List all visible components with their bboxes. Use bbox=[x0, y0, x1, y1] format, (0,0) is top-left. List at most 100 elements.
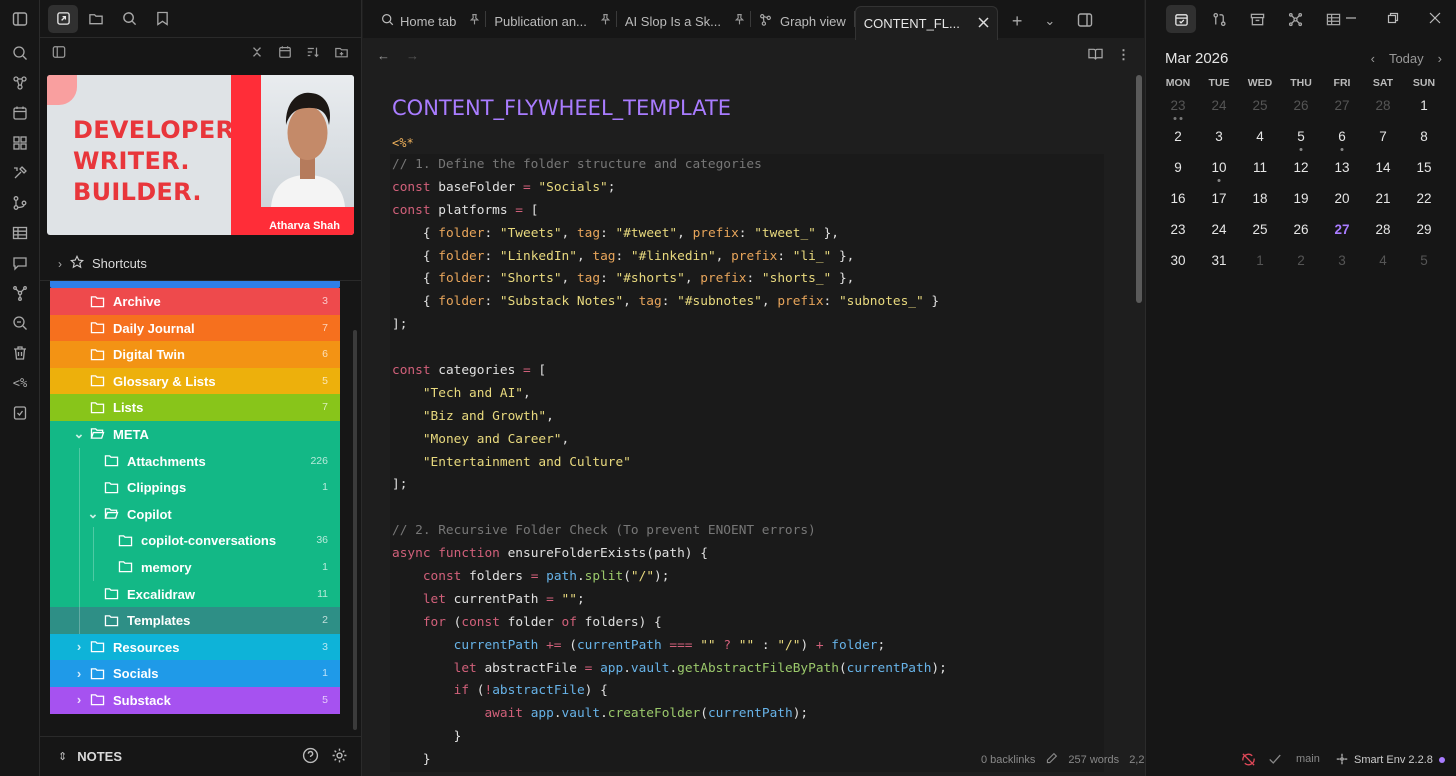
calendar-day[interactable]: 30 bbox=[1158, 248, 1198, 279]
calendar-note-icon[interactable] bbox=[278, 45, 292, 62]
folder-row[interactable]: Archive 3 bbox=[50, 288, 340, 315]
calendar-day[interactable]: 6 bbox=[1322, 124, 1362, 155]
sidebar-toggle-icon[interactable] bbox=[0, 0, 40, 38]
calendar-day[interactable]: 4 bbox=[1363, 248, 1403, 279]
calendar-day[interactable]: 10 bbox=[1199, 155, 1239, 186]
tab-4[interactable]: Graph view bbox=[772, 6, 854, 36]
calendar-day[interactable]: 23 bbox=[1158, 217, 1198, 248]
archive-icon[interactable] bbox=[1242, 5, 1272, 33]
calendar-day[interactable]: 4 bbox=[1240, 124, 1280, 155]
calendar-day[interactable]: 15 bbox=[1404, 155, 1444, 186]
reading-view-icon[interactable] bbox=[1088, 47, 1103, 64]
folder-row[interactable]: Digital Twin 6 bbox=[50, 341, 340, 368]
minimize-icon[interactable] bbox=[1336, 4, 1366, 32]
calendar-day[interactable]: 12 bbox=[1281, 155, 1321, 186]
calendar-day[interactable]: 23 bbox=[1158, 93, 1198, 124]
code-block[interactable]: // 1. Define the folder structure and ca… bbox=[390, 154, 1104, 773]
comment-icon[interactable] bbox=[0, 248, 40, 278]
tasks-icon[interactable] bbox=[0, 398, 40, 428]
pin-icon[interactable] bbox=[468, 13, 481, 29]
calendar-day[interactable]: 29 bbox=[1404, 217, 1444, 248]
calendar-day[interactable]: 22 bbox=[1404, 186, 1444, 217]
folder-row[interactable]: Attachments 226 bbox=[50, 447, 340, 475]
calendar-day[interactable]: 31 bbox=[1199, 248, 1239, 279]
tools-icon[interactable] bbox=[0, 158, 40, 188]
chevron-right-icon[interactable]: › bbox=[72, 666, 86, 681]
new-folder-icon[interactable] bbox=[334, 45, 349, 62]
calendar-day[interactable]: 16 bbox=[1158, 186, 1198, 217]
network-icon[interactable] bbox=[1280, 5, 1310, 33]
folder-row[interactable]: › Socials 1 bbox=[50, 660, 340, 687]
backlinks-count[interactable]: 0 backlinks bbox=[981, 754, 1035, 766]
template-icon[interactable]: <% bbox=[0, 368, 40, 398]
folder-row[interactable]: Excalidraw 11 bbox=[50, 580, 340, 608]
calendar-day[interactable]: 2 bbox=[1158, 124, 1198, 155]
help-icon[interactable] bbox=[302, 747, 319, 767]
files-tab-icon[interactable] bbox=[48, 4, 78, 33]
folder-row[interactable]: Clippings 1 bbox=[50, 474, 340, 501]
folder-row[interactable]: Templates 2 bbox=[50, 607, 340, 634]
calendar-day[interactable]: 18 bbox=[1240, 186, 1280, 217]
calendar-day[interactable]: 1 bbox=[1240, 248, 1280, 279]
folder-row[interactable]: › Resources 3 bbox=[50, 633, 340, 661]
settings-gear-icon[interactable] bbox=[331, 747, 348, 767]
pin-icon[interactable] bbox=[599, 13, 612, 29]
git-compare-icon[interactable] bbox=[1204, 5, 1234, 33]
calendar-day[interactable]: 5 bbox=[1404, 248, 1444, 279]
chevron-down-icon[interactable]: ⌄ bbox=[72, 426, 86, 441]
search-replace-icon[interactable] bbox=[0, 308, 40, 338]
sync-error-icon[interactable] bbox=[1241, 752, 1256, 770]
git-icon[interactable] bbox=[0, 188, 40, 218]
folder-row[interactable]: Lists 7 bbox=[50, 394, 340, 421]
new-tab-icon[interactable]: + bbox=[1012, 11, 1023, 32]
left-scrollbar[interactable] bbox=[353, 330, 357, 730]
calendar-day[interactable]: 7 bbox=[1363, 124, 1403, 155]
calendar-day[interactable]: 27 bbox=[1322, 93, 1362, 124]
folder-icon[interactable] bbox=[81, 5, 111, 33]
calendar-day[interactable]: 20 bbox=[1322, 186, 1362, 217]
calendar-day[interactable]: 19 bbox=[1281, 186, 1321, 217]
calendar-day[interactable]: 26 bbox=[1281, 217, 1321, 248]
close-window-icon[interactable] bbox=[1420, 4, 1450, 32]
calendar-day[interactable]: 26 bbox=[1281, 93, 1321, 124]
collapse-all-icon[interactable] bbox=[250, 45, 264, 62]
edit-pencil-icon[interactable] bbox=[1045, 752, 1058, 768]
pin-icon[interactable] bbox=[733, 13, 746, 29]
collapse-pane-icon[interactable] bbox=[52, 45, 66, 62]
shortcuts-item[interactable]: › Shortcuts bbox=[58, 254, 147, 272]
calendar-day[interactable]: 24 bbox=[1199, 93, 1239, 124]
right-sidebar-toggle-icon[interactable] bbox=[1077, 12, 1093, 31]
folder-row[interactable]: ⌄ Copilot bbox=[50, 500, 340, 528]
smart-env-status[interactable]: Smart Env 2.2.8 bbox=[1336, 748, 1445, 772]
tab-list-chevron-icon[interactable]: ⌄ bbox=[1044, 13, 1055, 29]
folder-row[interactable]: memory 1 bbox=[50, 553, 340, 581]
folder-row[interactable]: Daily Journal 7 bbox=[50, 314, 340, 342]
calendar-day[interactable]: 28 bbox=[1363, 93, 1403, 124]
calendar-day[interactable]: 1 bbox=[1404, 93, 1444, 124]
calendar-day[interactable]: 25 bbox=[1240, 93, 1280, 124]
chevron-right-icon[interactable]: › bbox=[72, 692, 86, 707]
bookmark-icon[interactable] bbox=[147, 5, 177, 33]
folder-row[interactable]: ⌄ META bbox=[50, 420, 340, 448]
prev-month-icon[interactable]: ‹ bbox=[1371, 51, 1375, 66]
calendar-icon[interactable] bbox=[0, 98, 40, 128]
sort-icon[interactable] bbox=[306, 45, 320, 62]
today-button[interactable]: Today bbox=[1389, 51, 1424, 66]
calendar-day[interactable]: 14 bbox=[1363, 155, 1403, 186]
calendar-day[interactable]: 2 bbox=[1281, 248, 1321, 279]
calendar-day[interactable]: 11 bbox=[1240, 155, 1280, 186]
network-icon[interactable] bbox=[0, 278, 40, 308]
search-icon[interactable] bbox=[114, 5, 144, 33]
chevron-right-icon[interactable]: › bbox=[72, 639, 86, 654]
calendar-day[interactable]: 28 bbox=[1363, 217, 1403, 248]
calendar-day[interactable]: 21 bbox=[1363, 186, 1403, 217]
more-options-icon[interactable]: ⋮ bbox=[1117, 47, 1130, 63]
editor-content[interactable]: CONTENT_FLYWHEEL_TEMPLATE <%* // 1. Defi… bbox=[390, 92, 1104, 773]
tab-3[interactable]: AI Slop Is a Sk... bbox=[617, 6, 729, 36]
calendar-day[interactable]: 25 bbox=[1240, 217, 1280, 248]
calendar-day[interactable]: 5 bbox=[1281, 124, 1321, 155]
chevron-updown-icon[interactable]: ⇕ bbox=[58, 750, 67, 763]
grid-icon[interactable] bbox=[0, 128, 40, 158]
table-icon[interactable] bbox=[0, 218, 40, 248]
tab-5[interactable]: CONTENT_FL... bbox=[854, 6, 998, 40]
